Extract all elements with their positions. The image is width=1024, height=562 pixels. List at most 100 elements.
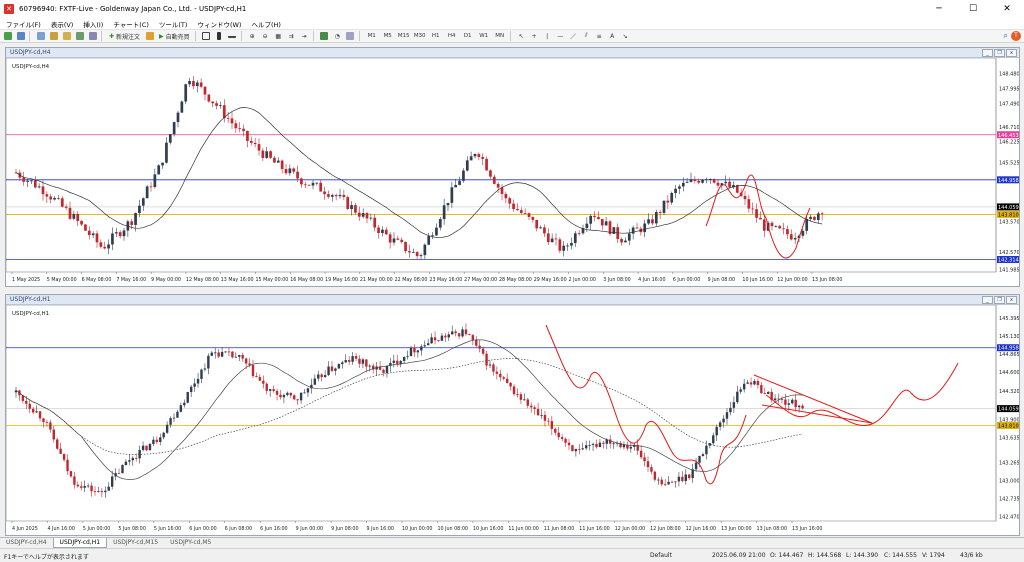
market-watch-icon[interactable]	[35, 31, 46, 42]
time-tick-label: 19 May 16:00	[325, 277, 358, 283]
time-tick-label: 1 May 2025	[12, 277, 40, 283]
candle-body	[52, 429, 55, 440]
chart-h4-restore[interactable]: ❐	[994, 49, 1005, 57]
chart-h4-canvas[interactable]: USDJPY-cd,H4 148.480 147.995 147.490 146.710…	[6, 58, 1019, 286]
candle-body	[492, 176, 496, 184]
chart-h1-minimize[interactable]: _	[982, 296, 993, 304]
candle-body	[135, 457, 138, 459]
candle-body	[567, 442, 571, 446]
zoom-out-icon[interactable]: ⊖	[260, 31, 271, 42]
candle-body	[365, 213, 369, 219]
periods-icon[interactable]: ◔	[332, 31, 343, 42]
tab-usdjpy-m15[interactable]: USDJPY-cd,M15	[107, 538, 164, 548]
candle-body	[674, 188, 677, 193]
level-bottom-blue-tag-label: 142.314	[998, 258, 1019, 264]
timeframe-m1[interactable]: M1	[365, 31, 379, 42]
templates-icon[interactable]	[345, 31, 356, 42]
candle-body	[786, 229, 789, 235]
candle-body	[207, 355, 210, 369]
channel-icon[interactable]: ⫽	[581, 31, 592, 42]
tile-windows-icon[interactable]: ▦	[273, 31, 284, 42]
timeframe-h1[interactable]: H1	[429, 31, 443, 42]
candle-body	[756, 381, 760, 386]
timeframe-mn[interactable]: MN	[493, 31, 507, 42]
text-tool-icon[interactable]: A	[607, 31, 618, 42]
candle-body	[117, 473, 121, 474]
line-chart-icon[interactable]	[227, 31, 238, 42]
time-tick-label: 10 Jun 16:00	[742, 277, 772, 283]
menu-insert[interactable]: 挿入(I)	[83, 19, 103, 29]
candle-body	[725, 412, 729, 419]
zoom-in-icon[interactable]: ⊕	[247, 31, 258, 42]
candle-body	[396, 360, 399, 364]
strategy-tester-icon[interactable]	[87, 31, 98, 42]
cursor-icon[interactable]: ↖	[516, 31, 527, 42]
chart-shift-icon[interactable]: ⇥	[299, 31, 310, 42]
tab-usdjpy-m5[interactable]: USDJPY-cd,M5	[164, 538, 217, 548]
chart-h4-close[interactable]: x	[1006, 49, 1017, 57]
search-icon[interactable]: ⌕	[1004, 31, 1008, 41]
new-order-button[interactable]: ✚ 新規注文	[107, 31, 142, 42]
candle-body	[681, 182, 685, 187]
minimize-button[interactable]: ─	[922, 0, 956, 18]
indicators-icon[interactable]	[319, 31, 330, 42]
timeframe-m15[interactable]: M15	[397, 31, 411, 42]
tab-usdjpy-h1[interactable]: USDJPY-cd,H1	[52, 538, 108, 548]
tab-usdjpy-h4[interactable]: USDJPY-cd,H4	[0, 538, 53, 548]
chart-symbol-label: USDJPY-cd,H4	[12, 64, 50, 70]
candle-body	[415, 252, 419, 257]
horizontal-line-icon[interactable]: —	[555, 31, 566, 42]
candle-body	[801, 230, 805, 236]
crosshair-icon[interactable]: +	[529, 31, 540, 42]
candle-body	[230, 118, 234, 124]
maximize-button[interactable]: ☐	[956, 0, 990, 18]
chart-h1-canvas[interactable]: USDJPY-cd,H1 145.395 145.130 144.865 144.600…	[6, 305, 1019, 535]
timeframe-d1[interactable]: D1	[461, 31, 475, 42]
chart-h1-close[interactable]: x	[1006, 296, 1017, 304]
candle-body	[413, 347, 416, 353]
profiles-icon[interactable]	[15, 31, 26, 42]
menu-chart[interactable]: チャート(C)	[113, 19, 149, 29]
auto-scroll-icon[interactable]: ⇉	[286, 31, 297, 42]
candlestick-icon[interactable]	[214, 31, 225, 42]
timeframe-m30[interactable]: M30	[413, 31, 427, 42]
chart-tabs: USDJPY-cd,H4 USDJPY-cd,H1 USDJPY-cd,M15 …	[0, 537, 1024, 548]
chart-window-h4[interactable]: USDJPY-cd,H4 _ ❐ x USDJPY-cd,H4 148.480 14…	[5, 47, 1020, 287]
arrows-icon[interactable]: ↘	[620, 31, 631, 42]
candle-body	[253, 142, 257, 145]
candle-body	[712, 435, 715, 444]
menu-help[interactable]: ヘルプ(H)	[251, 19, 280, 29]
candle-body	[442, 205, 446, 220]
timeframe-m5[interactable]: M5	[381, 31, 395, 42]
candle-body	[562, 245, 566, 251]
chart-window-h1[interactable]: USDJPY-cd,H1 _ ❐ x USDJPY-cd,H1 145.395 14…	[5, 294, 1020, 536]
menu-window[interactable]: ウィンドウ(W)	[197, 19, 241, 29]
timeframe-w1[interactable]: W1	[477, 31, 491, 42]
candle-body	[358, 358, 361, 364]
new-chart-icon[interactable]	[2, 31, 13, 42]
vertical-line-icon[interactable]: |	[542, 31, 553, 42]
menu-file[interactable]: ファイル(F)	[6, 19, 41, 29]
candle-body	[609, 439, 612, 444]
candle-body	[162, 432, 165, 438]
menu-tools[interactable]: ツール(T)	[159, 19, 188, 29]
account-icon[interactable]: T	[1011, 31, 1021, 41]
trendline-icon[interactable]: ／	[568, 31, 579, 42]
candle-body	[222, 105, 226, 118]
candle-body	[724, 181, 728, 184]
chart-h1-restore[interactable]: ❐	[994, 296, 1005, 304]
terminal-icon[interactable]	[74, 31, 85, 42]
navigator-icon[interactable]	[61, 31, 72, 42]
candle-body	[629, 446, 633, 449]
timeframe-h4[interactable]: H4	[445, 31, 459, 42]
chart-h4-minimize[interactable]: _	[982, 49, 993, 57]
metaeditor-icon[interactable]	[144, 31, 155, 42]
candle-body	[179, 405, 183, 412]
candle-body	[773, 398, 777, 401]
auto-trading-button[interactable]: ▶ 自動売買	[157, 31, 192, 42]
menu-view[interactable]: 表示(V)	[51, 19, 74, 29]
close-button[interactable]: ✕	[990, 0, 1024, 18]
bar-chart-icon[interactable]	[201, 31, 212, 42]
fibonacci-icon[interactable]: ≡	[594, 31, 605, 42]
data-window-icon[interactable]	[48, 31, 59, 42]
